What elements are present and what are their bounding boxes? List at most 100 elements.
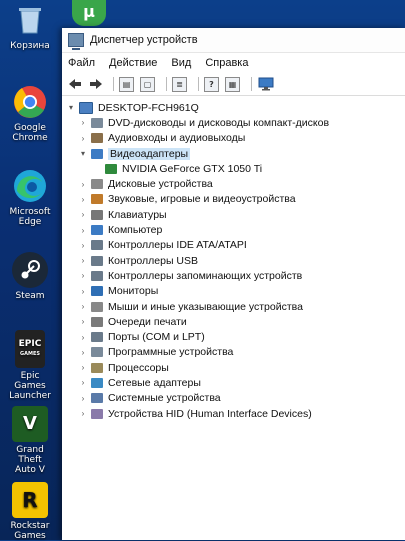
tree-item-label: Звуковые, игровые и видеоустройства (108, 193, 296, 206)
tree-category-item[interactable]: › Системные устройства (62, 391, 405, 406)
tree-category-item[interactable]: › Очереди печати (62, 314, 405, 329)
tree-category-item[interactable]: › Мониторы (62, 284, 405, 299)
device-category-icon (91, 393, 103, 404)
chevron-right-icon[interactable]: › (78, 210, 88, 219)
tree-category-item[interactable]: › Компьютер (62, 222, 405, 237)
desktop-icon-chrome[interactable]: Google Chrome (4, 84, 56, 143)
tree-category-item[interactable]: › Клавиатуры (62, 207, 405, 222)
chevron-right-icon[interactable]: › (78, 134, 88, 143)
device-category-icon (91, 270, 103, 281)
tree-item-label: Процессоры (108, 361, 169, 374)
tree-item-label: Компьютер (108, 224, 163, 237)
window-title: Диспетчер устройств (90, 34, 198, 46)
device-category-icon (91, 240, 103, 251)
computer-icon (79, 101, 93, 114)
tree-item-label: Порты (COM и LPT) (108, 331, 205, 344)
tree-item-label: Аудиовходы и аудиовыходы (108, 132, 246, 145)
utorrent-icon[interactable]: µ (72, 0, 106, 26)
tree-category-item[interactable]: › Аудиовходы и аудиовыходы (62, 131, 405, 146)
menu-file[interactable]: Файл (68, 57, 95, 69)
tree-category-item[interactable]: › Устройства HID (Human Interface Devices… (62, 406, 405, 421)
epic-games-icon: EPIC GAMES (15, 330, 45, 368)
device-category-icon (91, 347, 103, 358)
gta-icon: V (12, 406, 48, 442)
chevron-down-icon[interactable]: ▾ (78, 149, 88, 158)
tree-item-label: Сетевые адаптеры (108, 376, 201, 389)
chevron-right-icon[interactable]: › (78, 195, 88, 204)
tree-category-item[interactable]: › Звуковые, игровые и видеоустройства (62, 192, 405, 207)
device-category-icon (91, 179, 103, 190)
menu-view[interactable]: Вид (171, 57, 191, 69)
device-category-icon (91, 117, 103, 128)
title-bar[interactable]: Диспетчер устройств (62, 28, 405, 53)
tree-category-item[interactable]: › Дисковые устройства (62, 176, 405, 191)
desktop-icon-epic-games[interactable]: EPIC GAMES Epic Games Launcher (4, 330, 56, 401)
recycle-bin-icon (12, 2, 48, 38)
menu-help[interactable]: Справка (205, 57, 248, 69)
chevron-right-icon[interactable]: › (78, 241, 88, 250)
up-one-level-icon[interactable]: ▢ (140, 76, 155, 92)
show-hide-tree-icon[interactable]: ▤ (119, 76, 134, 92)
tree-category-item[interactable]: › Контроллеры USB (62, 253, 405, 268)
device-category-icon (91, 362, 103, 373)
menu-action[interactable]: Действие (109, 57, 157, 69)
chevron-right-icon[interactable]: › (78, 394, 88, 403)
desktop-icon-rockstar[interactable]: R Rockstar Games (4, 482, 56, 541)
device-category-icon (91, 194, 103, 205)
tree-device-item[interactable]: NVIDIA GeForce GTX 1050 Ti (62, 161, 405, 176)
edge-icon (12, 168, 48, 204)
device-category-icon (91, 316, 103, 327)
scan-hardware-icon[interactable] (257, 76, 275, 92)
chevron-right-icon[interactable]: › (78, 287, 88, 296)
chevron-right-icon[interactable]: › (78, 271, 88, 280)
desktop-icon-recycle-bin[interactable]: Корзина (4, 2, 56, 51)
device-category-icon (91, 255, 103, 266)
chevron-right-icon[interactable]: › (78, 363, 88, 372)
action-pane-icon[interactable]: ▦ (225, 76, 240, 92)
toolbar-separator (198, 77, 199, 91)
chevron-down-icon[interactable]: ▾ (66, 103, 76, 112)
tree-category-item[interactable]: › Сетевые адаптеры (62, 375, 405, 390)
device-category-icon (91, 209, 103, 220)
chevron-right-icon[interactable]: › (78, 333, 88, 342)
tree-item-label: DVD-дисководы и дисководы компакт-дисков (108, 116, 330, 129)
avito-text: Avito (340, 502, 395, 527)
chevron-right-icon[interactable]: › (78, 118, 88, 127)
tree-category-item[interactable]: › Мыши и иные указывающие устройства (62, 299, 405, 314)
tree-category-item[interactable]: › Процессоры (62, 360, 405, 375)
properties-icon[interactable]: ≣ (172, 76, 187, 92)
chevron-right-icon[interactable]: › (78, 256, 88, 265)
tree-item-label: Контроллеры USB (108, 254, 198, 267)
desktop-icon-steam[interactable]: Steam (4, 252, 56, 301)
tree-root[interactable]: ▾ DESKTOP-FCH961Q (62, 100, 405, 115)
device-category-icon (91, 408, 103, 419)
chevron-right-icon[interactable]: › (78, 317, 88, 326)
forward-arrow-icon[interactable] (87, 76, 105, 92)
back-arrow-icon[interactable] (66, 76, 84, 92)
tree-category-item[interactable]: › Программные устройства (62, 345, 405, 360)
desktop-icon-label: Epic Games Launcher (9, 371, 51, 401)
chevron-right-icon[interactable]: › (78, 348, 88, 357)
tree-item-label: Устройства HID (Human Interface Devices) (108, 407, 312, 420)
device-category-icon (91, 133, 103, 144)
tree-item-label: NVIDIA GeForce GTX 1050 Ti (122, 162, 263, 175)
desktop-icon-gta[interactable]: V Grand Theft Auto V (4, 406, 56, 475)
tree-item-label: Клавиатуры (108, 208, 167, 221)
tree-category-item[interactable]: › Контроллеры IDE ATA/ATAPI (62, 238, 405, 253)
desktop-icon-label: Google Chrome (12, 123, 48, 143)
tree-category-item[interactable]: › Порты (COM и LPT) (62, 329, 405, 344)
tree-category-item[interactable]: › DVD-дисководы и дисководы компакт-диско… (62, 115, 405, 130)
tree-category-item[interactable]: › Контроллеры запоминающих устройств (62, 268, 405, 283)
chevron-right-icon[interactable]: › (78, 409, 88, 418)
chevron-right-icon[interactable]: › (78, 378, 88, 387)
device-category-icon (91, 377, 103, 388)
chevron-right-icon[interactable]: › (78, 180, 88, 189)
device-category-icon (91, 148, 103, 159)
help-icon[interactable]: ? (204, 76, 219, 92)
tree-item-label: Контроллеры IDE ATA/ATAPI (108, 239, 247, 252)
tree-category-item[interactable]: ▾ Видеоадаптеры (62, 146, 405, 161)
chrome-icon (12, 84, 48, 120)
desktop-icon-edge[interactable]: Microsoft Edge (4, 168, 56, 227)
chevron-right-icon[interactable]: › (78, 226, 88, 235)
chevron-right-icon[interactable]: › (78, 302, 88, 311)
